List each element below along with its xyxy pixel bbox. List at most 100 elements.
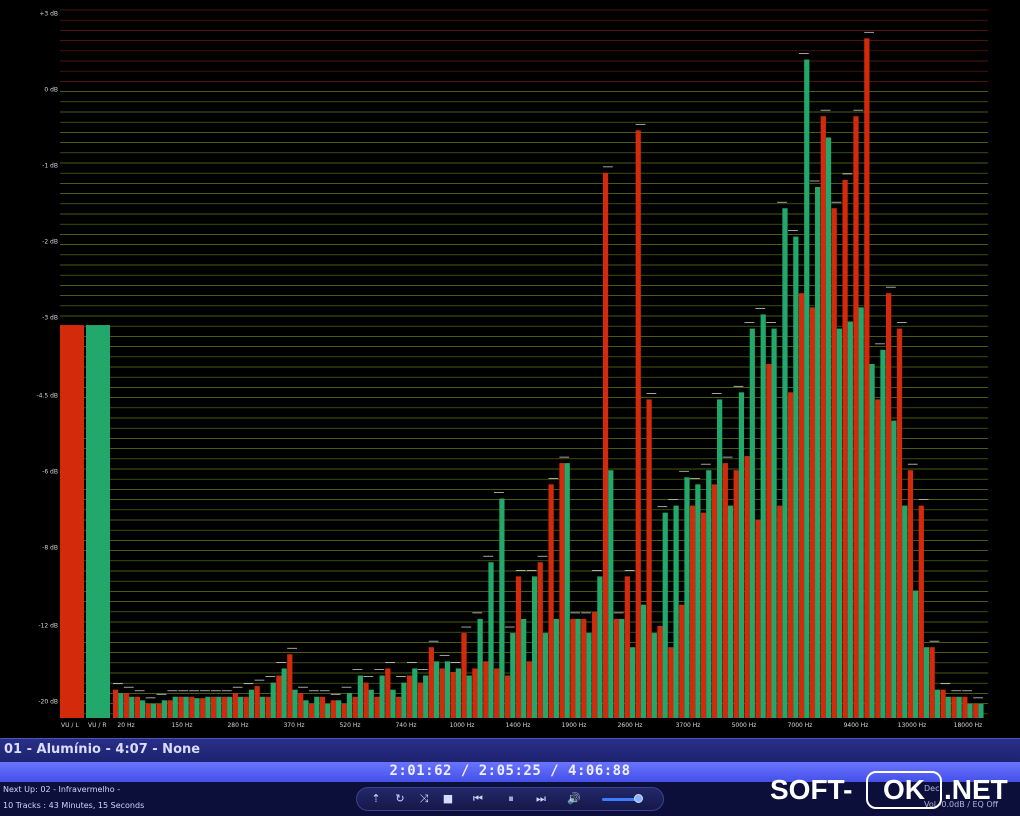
frequency-tick-label: 3700 Hz <box>675 722 701 729</box>
band-bar-left <box>298 693 304 718</box>
band-bar-left <box>396 696 402 718</box>
band-bar-left <box>559 463 565 718</box>
band-bar-right <box>978 703 984 718</box>
band-bar-left <box>635 130 641 719</box>
band-bar-right <box>227 696 233 718</box>
band-bar-right <box>923 647 930 718</box>
band-bar-right <box>477 618 483 718</box>
band-bar-right <box>738 392 745 718</box>
band-bar-right <box>401 682 407 718</box>
band-bar-right <box>815 187 821 718</box>
band-bar-right <box>869 364 875 718</box>
band-bar-right <box>782 208 788 719</box>
vu-left-label: VU / L <box>61 722 79 729</box>
band-bar-left <box>809 307 816 718</box>
band-bar-right <box>825 137 832 718</box>
band-bar-left <box>777 505 783 718</box>
band-bar-left <box>896 328 903 718</box>
db-tick-label: +3 dB <box>39 10 58 18</box>
band-bar-left <box>167 700 173 718</box>
band-bar-right <box>836 328 843 718</box>
band-bar-left <box>319 696 326 718</box>
band-bar-left <box>886 293 892 718</box>
frequency-tick-label: 7000 Hz <box>787 722 813 729</box>
band-bar-right <box>934 689 941 718</box>
band-bar-left <box>178 696 184 718</box>
vu-right-label: VU / R <box>88 722 107 729</box>
band-bar-left <box>679 604 685 718</box>
band-bar-right <box>858 307 864 718</box>
band-bar-right <box>433 661 440 718</box>
band-bar-left <box>526 661 532 718</box>
next-up-label: Next Up: 02 - Infravermelho - <box>3 785 121 794</box>
band-bar-right <box>640 604 647 718</box>
band-bar-left <box>515 576 522 718</box>
previous-button[interactable]: ⏮ <box>469 790 487 808</box>
band-bar-left <box>798 293 805 718</box>
db-tick-label: -1 dB <box>42 162 58 170</box>
band-bar-right <box>129 696 135 718</box>
band-bar-right <box>205 696 211 718</box>
band-bar-right <box>357 675 363 718</box>
next-button[interactable]: ⏭ <box>532 790 550 808</box>
band-bar-right <box>542 633 549 718</box>
band-bar-right <box>216 696 222 718</box>
band-bar-left <box>221 696 228 718</box>
band-bar-right <box>717 399 723 718</box>
band-bar-right <box>499 498 505 718</box>
band-bar-left <box>646 399 652 718</box>
band-bar-right <box>771 328 777 718</box>
band-bar-right <box>118 693 124 718</box>
band-bar-left <box>744 456 750 718</box>
band-bar-left <box>690 505 696 718</box>
band-bar-right <box>847 321 853 718</box>
band-bar-left <box>940 689 946 718</box>
band-bar-right <box>510 633 516 718</box>
band-bar-left <box>700 512 707 718</box>
stop-button[interactable]: ■ <box>439 790 457 808</box>
band-bar-right <box>553 618 559 718</box>
band-bar-left <box>842 179 848 719</box>
db-tick-label: -6 dB <box>42 468 58 476</box>
frequency-tick-label: 13000 Hz <box>897 722 927 729</box>
band-bar-right <box>706 470 712 718</box>
band-bar-left <box>254 686 260 718</box>
band-bar-right <box>194 698 200 718</box>
frequency-tick-label: 18000 Hz <box>953 722 983 729</box>
band-bar-left <box>341 703 347 718</box>
band-bar-left <box>417 682 424 718</box>
frequency-tick-label: 9400 Hz <box>843 722 869 729</box>
band-bar-left <box>243 696 249 718</box>
band-bar-left <box>145 703 151 718</box>
volume-slider-handle[interactable] <box>634 794 643 803</box>
band-bar-right <box>662 512 668 718</box>
band-bar-left <box>755 519 761 718</box>
band-bar-right <box>651 633 657 718</box>
band-bar-left <box>831 208 837 719</box>
band-bar-left <box>385 668 391 718</box>
band-bar-right <box>880 349 886 718</box>
band-bar-left <box>918 505 924 718</box>
repeat-button[interactable]: ↻ <box>391 790 409 808</box>
band-bar-right <box>695 484 701 718</box>
band-bar-left <box>494 668 500 718</box>
frequency-tick-label: 2600 Hz <box>617 722 643 729</box>
shuffle-button[interactable]: ⤨ <box>415 790 433 808</box>
band-bar-right <box>183 696 189 718</box>
open-up-button[interactable]: ⇡ <box>367 790 385 808</box>
watermark-text-left: SOFT- <box>770 774 853 805</box>
band-bar-right <box>455 668 461 718</box>
volume-icon[interactable]: 🔊 <box>565 790 583 808</box>
band-bar-left <box>406 675 413 718</box>
band-bar-left <box>788 392 794 718</box>
band-bar-left <box>548 484 554 718</box>
band-bar-right <box>281 668 287 718</box>
frequency-tick-label: 1400 Hz <box>505 722 531 729</box>
band-bar-left <box>374 696 380 718</box>
band-bar-right <box>967 703 973 718</box>
band-bar-left <box>330 700 336 718</box>
band-bar-left <box>962 696 968 718</box>
pause-button[interactable]: ⏸ <box>502 790 520 808</box>
band-bar-right <box>379 675 385 718</box>
db-tick-label: -3 dB <box>42 314 58 322</box>
